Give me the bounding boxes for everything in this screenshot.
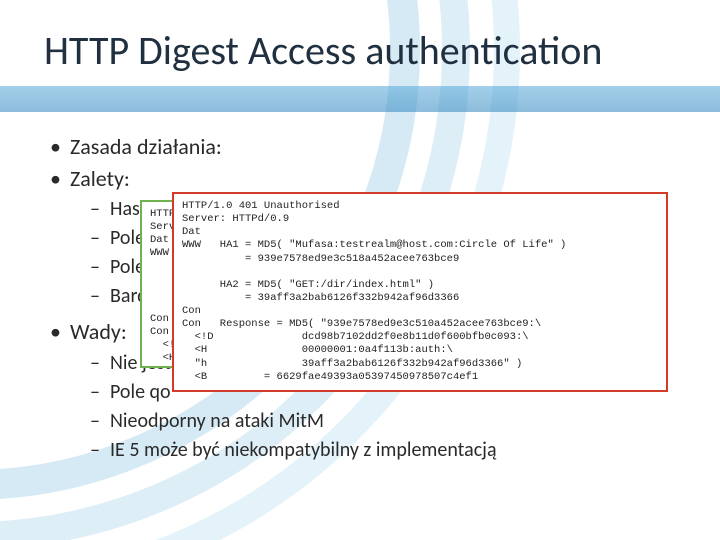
- list-item: Zasada działania:: [48, 132, 668, 162]
- bullet-text: Nieodporny na ataki MitM: [110, 409, 324, 433]
- title-banner: [0, 86, 720, 112]
- bullet-text: Zalety:: [70, 165, 130, 192]
- list-item: Nieodporny na ataki MitM: [70, 407, 668, 436]
- page-title: HTTP Digest Access authentication: [44, 26, 684, 75]
- bullet-text: Wady:: [70, 318, 127, 345]
- bullet-text: IE 5 może być niekompatybilny z implemen…: [110, 438, 497, 462]
- bullet-text: Zasada działania:: [70, 133, 222, 160]
- slide: HTTP Digest Access authentication Zasada…: [0, 0, 720, 540]
- bullet-text: Pole qo: [110, 380, 171, 404]
- code-box-red: HTTP/1.0 401 Unauthorised Server: HTTPd/…: [172, 192, 668, 392]
- list-item: IE 5 może być niekompatybilny z implemen…: [70, 436, 668, 465]
